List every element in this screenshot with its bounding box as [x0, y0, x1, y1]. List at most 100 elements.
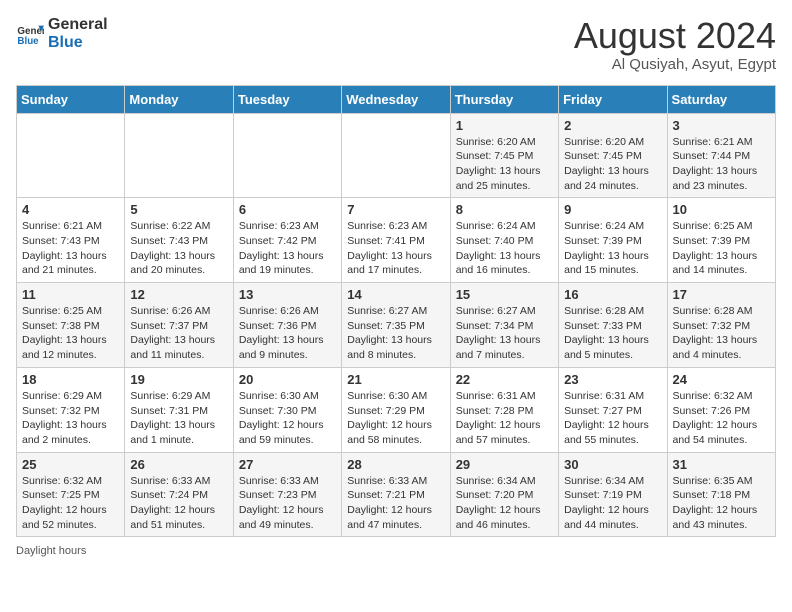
- logo-line2: Blue: [48, 34, 108, 52]
- day-cell: 21Sunrise: 6:30 AMSunset: 7:29 PMDayligh…: [342, 367, 450, 452]
- day-cell: 19Sunrise: 6:29 AMSunset: 7:31 PMDayligh…: [125, 367, 233, 452]
- day-number: 7: [347, 202, 444, 217]
- day-cell: [17, 113, 125, 198]
- day-cell: [125, 113, 233, 198]
- day-number: 4: [22, 202, 119, 217]
- day-cell: 18 Sunrise: 6:29 AMSunset: 7:32 PMDayligh…: [17, 367, 125, 452]
- day-info: Sunrise: 6:33 AMSunset: 7:24 PMDaylight:…: [130, 474, 227, 533]
- logo-line1: General: [48, 16, 108, 34]
- day-cell: 3Sunrise: 6:21 AMSunset: 7:44 PMDaylight…: [667, 113, 775, 198]
- day-cell: 25Sunrise: 6:32 AMSunset: 7:25 PMDayligh…: [17, 452, 125, 537]
- header-cell-thursday: Thursday: [450, 85, 558, 113]
- day-cell: 10 Sunrise: 6:25 AMSunset: 7:39 PMDayligh…: [667, 198, 775, 283]
- day-cell: 2 Sunrise: 6:20 AMSunset: 7:45 PMDaylight…: [559, 113, 667, 198]
- day-info: Sunrise: 6:27 AMSunset: 7:34 PMDaylight:…: [456, 304, 553, 363]
- week-row-1: 4 Sunrise: 6:21 AMSunset: 7:43 PMDaylight…: [17, 198, 776, 283]
- day-number: 3: [673, 118, 770, 133]
- week-row-2: 11 Sunrise: 6:25 AMSunset: 7:38 PMDayligh…: [17, 283, 776, 368]
- day-info: Sunrise: 6:25 AMSunset: 7:38 PMDaylight:…: [22, 304, 119, 363]
- day-cell: 28 Sunrise: 6:33 AMSunset: 7:21 PMDayligh…: [342, 452, 450, 537]
- day-number: 13: [239, 287, 336, 302]
- day-info: Sunrise: 6:22 AMSunset: 7:43 PMDaylight:…: [130, 219, 227, 278]
- day-info: Sunrise: 6:23 AMSunset: 7:42 PMDaylight:…: [239, 219, 336, 278]
- day-info: Sunrise: 6:23 AMSunset: 7:41 PMDaylight:…: [347, 219, 444, 278]
- day-number: 15: [456, 287, 553, 302]
- header-cell-monday: Monday: [125, 85, 233, 113]
- day-info: Sunrise: 6:34 AMSunset: 7:19 PMDaylight:…: [564, 474, 661, 533]
- day-number: 16: [564, 287, 661, 302]
- day-number: 18: [22, 372, 119, 387]
- day-cell: 11 Sunrise: 6:25 AMSunset: 7:38 PMDayligh…: [17, 283, 125, 368]
- day-info: Sunrise: 6:20 AMSunset: 7:45 PMDaylight:…: [456, 135, 553, 194]
- calendar-table: SundayMondayTuesdayWednesdayThursdayFrid…: [16, 85, 776, 538]
- day-number: 31: [673, 457, 770, 472]
- day-info: Sunrise: 6:24 AMSunset: 7:39 PMDaylight:…: [564, 219, 661, 278]
- day-number: 2: [564, 118, 661, 133]
- day-number: 30: [564, 457, 661, 472]
- week-row-0: 1 Sunrise: 6:20 AMSunset: 7:45 PMDaylight…: [17, 113, 776, 198]
- day-number: 10: [673, 202, 770, 217]
- day-info: Sunrise: 6:33 AMSunset: 7:21 PMDaylight:…: [347, 474, 444, 533]
- svg-text:Blue: Blue: [17, 35, 39, 46]
- day-info: Sunrise: 6:20 AMSunset: 7:45 PMDaylight:…: [564, 135, 661, 194]
- week-row-3: 18 Sunrise: 6:29 AMSunset: 7:32 PMDayligh…: [17, 367, 776, 452]
- title-area: August 2024 Al Qusiyah, Asyut, Egypt: [574, 16, 776, 73]
- day-cell: 23 Sunrise: 6:31 AMSunset: 7:27 PMDayligh…: [559, 367, 667, 452]
- day-info: Sunrise: 6:30 AMSunset: 7:30 PMDaylight:…: [239, 389, 336, 448]
- header-cell-sunday: Sunday: [17, 85, 125, 113]
- day-info: Sunrise: 6:32 AMSunset: 7:26 PMDaylight:…: [673, 389, 770, 448]
- calendar-header: SundayMondayTuesdayWednesdayThursdayFrid…: [17, 85, 776, 113]
- day-cell: 13 Sunrise: 6:26 AMSunset: 7:36 PMDayligh…: [233, 283, 341, 368]
- day-number: 9: [564, 202, 661, 217]
- day-info: Sunrise: 6:35 AMSunset: 7:18 PMDaylight:…: [673, 474, 770, 533]
- day-number: 29: [456, 457, 553, 472]
- day-info: Sunrise: 6:25 AMSunset: 7:39 PMDaylight:…: [673, 219, 770, 278]
- day-number: 14: [347, 287, 444, 302]
- day-cell: 6Sunrise: 6:23 AMSunset: 7:42 PMDaylight…: [233, 198, 341, 283]
- day-number: 25: [22, 457, 119, 472]
- day-info: Sunrise: 6:30 AMSunset: 7:29 PMDaylight:…: [347, 389, 444, 448]
- day-number: 12: [130, 287, 227, 302]
- day-info: Sunrise: 6:28 AMSunset: 7:32 PMDaylight:…: [673, 304, 770, 363]
- day-info: Sunrise: 6:24 AMSunset: 7:40 PMDaylight:…: [456, 219, 553, 278]
- logo: General Blue General Blue: [16, 16, 108, 51]
- day-cell: 30 Sunrise: 6:34 AMSunset: 7:19 PMDayligh…: [559, 452, 667, 537]
- day-info: Sunrise: 6:29 AMSunset: 7:32 PMDaylight:…: [22, 389, 119, 448]
- day-number: 27: [239, 457, 336, 472]
- day-cell: 24 Sunrise: 6:32 AMSunset: 7:26 PMDayligh…: [667, 367, 775, 452]
- day-cell: 4 Sunrise: 6:21 AMSunset: 7:43 PMDaylight…: [17, 198, 125, 283]
- day-info: Sunrise: 6:27 AMSunset: 7:35 PMDaylight:…: [347, 304, 444, 363]
- day-cell: 7 Sunrise: 6:23 AMSunset: 7:41 PMDaylight…: [342, 198, 450, 283]
- day-cell: 22Sunrise: 6:31 AMSunset: 7:28 PMDayligh…: [450, 367, 558, 452]
- day-number: 28: [347, 457, 444, 472]
- day-number: 24: [673, 372, 770, 387]
- day-info: Sunrise: 6:28 AMSunset: 7:33 PMDaylight:…: [564, 304, 661, 363]
- day-number: 20: [239, 372, 336, 387]
- week-row-4: 25Sunrise: 6:32 AMSunset: 7:25 PMDayligh…: [17, 452, 776, 537]
- day-number: 1: [456, 118, 553, 133]
- header-cell-saturday: Saturday: [667, 85, 775, 113]
- day-cell: 14 Sunrise: 6:27 AMSunset: 7:35 PMDayligh…: [342, 283, 450, 368]
- logo-icon: General Blue: [16, 20, 44, 48]
- day-cell: 5 Sunrise: 6:22 AMSunset: 7:43 PMDaylight…: [125, 198, 233, 283]
- day-cell: 17Sunrise: 6:28 AMSunset: 7:32 PMDayligh…: [667, 283, 775, 368]
- day-number: 11: [22, 287, 119, 302]
- day-info: Sunrise: 6:31 AMSunset: 7:27 PMDaylight:…: [564, 389, 661, 448]
- footer: Daylight hours: [16, 545, 776, 557]
- day-cell: 15 Sunrise: 6:27 AMSunset: 7:34 PMDayligh…: [450, 283, 558, 368]
- day-info: Sunrise: 6:26 AMSunset: 7:36 PMDaylight:…: [239, 304, 336, 363]
- day-info: Sunrise: 6:29 AMSunset: 7:31 PMDaylight:…: [130, 389, 227, 448]
- day-cell: 12Sunrise: 6:26 AMSunset: 7:37 PMDayligh…: [125, 283, 233, 368]
- day-cell: [233, 113, 341, 198]
- day-info: Sunrise: 6:21 AMSunset: 7:43 PMDaylight:…: [22, 219, 119, 278]
- day-cell: 8Sunrise: 6:24 AMSunset: 7:40 PMDaylight…: [450, 198, 558, 283]
- calendar-subtitle: Al Qusiyah, Asyut, Egypt: [574, 56, 776, 73]
- day-number: 5: [130, 202, 227, 217]
- day-cell: 9 Sunrise: 6:24 AMSunset: 7:39 PMDaylight…: [559, 198, 667, 283]
- day-info: Sunrise: 6:33 AMSunset: 7:23 PMDaylight:…: [239, 474, 336, 533]
- day-number: 26: [130, 457, 227, 472]
- header: General Blue General Blue August 2024 Al…: [16, 16, 776, 73]
- day-number: 23: [564, 372, 661, 387]
- calendar-title: August 2024: [574, 16, 776, 56]
- day-number: 22: [456, 372, 553, 387]
